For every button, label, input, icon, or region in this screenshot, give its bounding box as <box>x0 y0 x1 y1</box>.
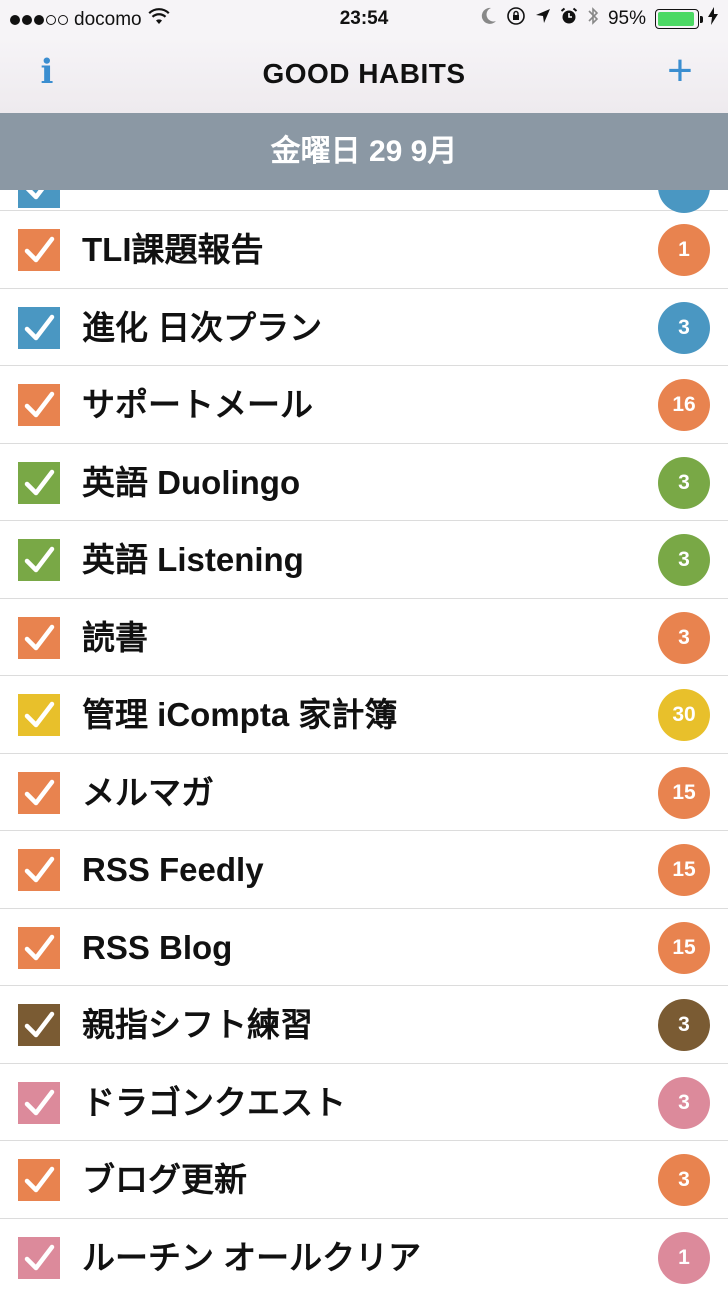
battery-level <box>658 12 695 26</box>
habit-label: 管理 iCompta 家計簿 <box>82 696 398 733</box>
habit-label: 英語 Duolingo <box>82 463 301 501</box>
checkbox-checked-icon[interactable] <box>18 461 60 504</box>
streak-count-badge: 3 <box>658 301 710 354</box>
streak-count-badge: 3 <box>658 1076 710 1129</box>
streak-count-badge: 15 <box>658 844 710 896</box>
habit-row[interactable]: 英語 Listening 3 <box>0 521 728 599</box>
habit-label: サポートメール <box>82 386 313 423</box>
habit-label: ドラゴンクエスト <box>82 1083 346 1121</box>
checkbox-checked-icon[interactable] <box>18 694 60 736</box>
habit-row[interactable]: 親指シフト練習 3 <box>0 986 728 1064</box>
streak-count-badge: 3 <box>658 611 710 664</box>
alarm-icon <box>560 7 578 31</box>
habit-label: 英語 Listening <box>82 541 304 578</box>
checkbox-checked-icon[interactable] <box>18 1236 60 1279</box>
habit-label: RSS Blog <box>82 928 233 966</box>
checkbox-checked-icon[interactable] <box>18 1004 60 1046</box>
streak-count-badge: 15 <box>658 766 710 819</box>
streak-count-badge: 15 <box>658 921 710 974</box>
checkbox-checked-icon[interactable] <box>18 539 60 581</box>
habit-row[interactable]: ドラゴンクエスト 3 <box>0 1064 728 1141</box>
habit-row[interactable]: サポートメール 16 <box>0 366 728 444</box>
habit-label: 読書 <box>82 618 148 656</box>
streak-count-badge: 3 <box>658 1154 710 1206</box>
habit-label: 親指シフト練習 <box>82 1006 313 1043</box>
battery-icon <box>655 9 703 29</box>
streak-count-badge: 1 <box>658 1231 710 1284</box>
streak-count-badge <box>658 190 710 213</box>
location-icon <box>535 8 551 30</box>
checkbox-checked-icon[interactable] <box>18 849 60 891</box>
habit-list[interactable]: TLI課題報告 1 進化 日次プラン 3 サポートメール 16 英語 Duolingo 3 英語… <box>0 190 728 1294</box>
status-right: 95% <box>481 6 718 32</box>
add-habit-button[interactable]: + <box>660 46 700 96</box>
streak-count-badge: 16 <box>658 379 710 431</box>
habit-row[interactable]: 読書 3 <box>0 599 728 676</box>
habit-row[interactable]: ブログ更新 3 <box>0 1141 728 1219</box>
habit-row[interactable]: TLI課題報告 1 <box>0 211 728 289</box>
habit-label: TLI課題報告 <box>82 231 264 268</box>
streak-count-badge: 3 <box>658 456 710 509</box>
checkbox-checked-icon[interactable] <box>18 229 60 271</box>
charging-icon <box>708 7 718 31</box>
checkbox-checked-icon[interactable] <box>18 1159 60 1201</box>
habit-row[interactable]: RSS Feedly 15 <box>0 831 728 909</box>
habit-label: RSS Feedly <box>82 851 264 888</box>
checkbox-checked-icon[interactable] <box>18 1081 60 1124</box>
checkbox-checked-icon[interactable] <box>18 771 60 814</box>
habit-label: メルマガ <box>82 773 214 811</box>
streak-count-badge: 3 <box>658 999 710 1051</box>
habit-row[interactable] <box>0 190 728 213</box>
status-bar: docomo 23:54 95% <box>0 0 728 38</box>
checkbox-checked-icon[interactable] <box>18 616 60 659</box>
checkbox-checked-icon[interactable] <box>18 190 60 208</box>
bluetooth-icon <box>587 6 599 32</box>
checkbox-checked-icon[interactable] <box>18 926 60 969</box>
habit-row[interactable]: 進化 日次プラン 3 <box>0 289 728 366</box>
streak-count-badge: 1 <box>658 224 710 276</box>
habit-row[interactable]: 英語 Duolingo 3 <box>0 444 728 521</box>
habit-row[interactable]: ルーチン オールクリア 1 <box>0 1219 728 1294</box>
moon-icon <box>481 7 497 31</box>
habit-row[interactable]: メルマガ 15 <box>0 754 728 831</box>
habit-label: 進化 日次プラン <box>82 308 323 346</box>
orientation-lock-icon <box>506 6 526 32</box>
habit-label: ブログ更新 <box>82 1161 247 1198</box>
habit-row[interactable]: 管理 iCompta 家計簿 30 <box>0 676 728 754</box>
streak-count-badge: 30 <box>658 689 710 741</box>
battery-percent: 95% <box>607 8 646 29</box>
habit-row[interactable]: RSS Blog 15 <box>0 909 728 986</box>
streak-count-badge: 3 <box>658 534 710 586</box>
habit-label: ルーチン オールクリア <box>82 1238 422 1276</box>
app-title: GOOD HABITS <box>262 58 466 89</box>
date-header: 金曜日 29 9月 <box>0 113 728 190</box>
checkbox-checked-icon[interactable] <box>18 306 60 349</box>
checkbox-checked-icon[interactable] <box>18 384 60 426</box>
navigation-bar: i GOOD HABITS + <box>0 38 728 113</box>
